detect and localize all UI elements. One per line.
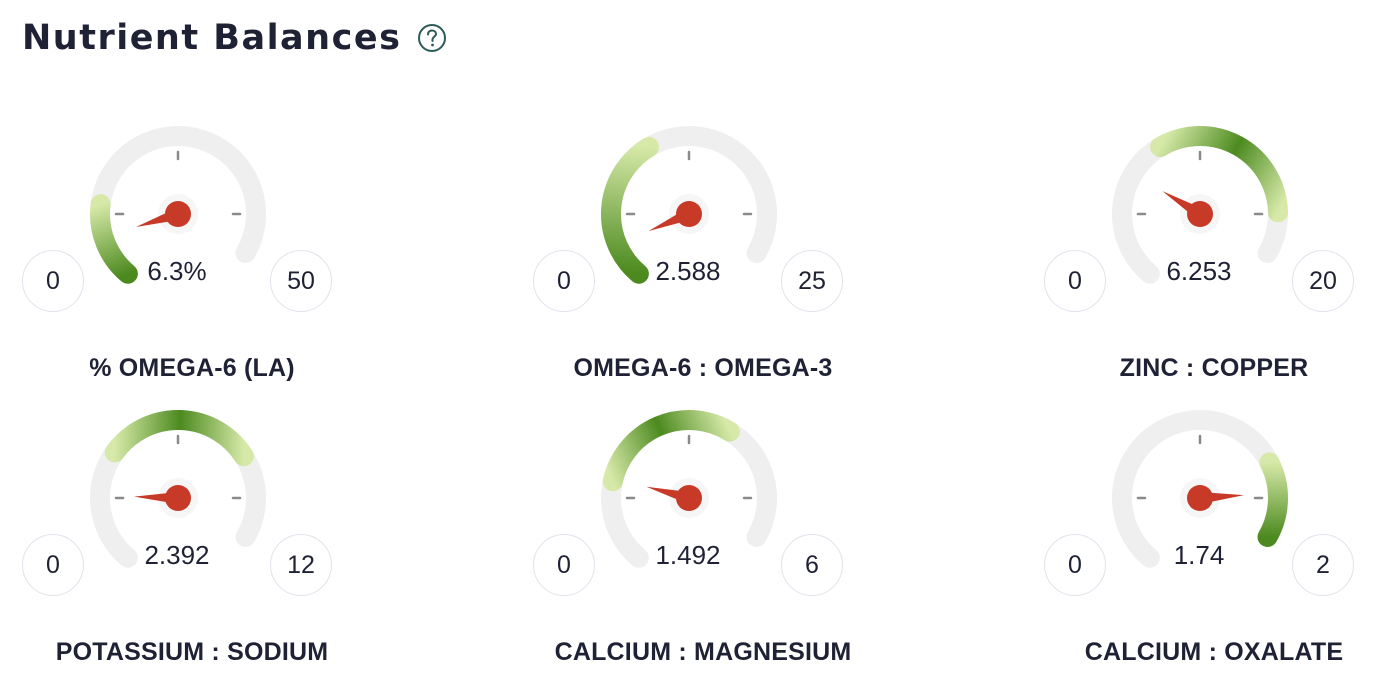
gauge-label: POTASSIUM : SODIUM: [55, 638, 329, 666]
gauge-value: 2.588: [655, 256, 721, 286]
gauge-label: OMEGA-6 : OMEGA-3: [573, 354, 833, 382]
gauge-dial: [1112, 410, 1288, 568]
needle-hub: [1187, 485, 1213, 511]
gauge-value: 6.3%: [147, 256, 207, 286]
gauge-value: 2.392: [144, 540, 210, 570]
gauge-dial: [601, 126, 777, 284]
gauge-dial: [90, 410, 266, 568]
gauge-range-fill: [601, 137, 660, 284]
gauge-min-bubble: 0: [533, 250, 595, 312]
gauge-min-bubble: 0: [22, 534, 84, 596]
section-header: Nutrient Balances: [22, 18, 447, 58]
gauge-min-bubble: 0: [22, 250, 84, 312]
gauge-min-bubble: 0: [1044, 534, 1106, 596]
gauge-label: ZINC : COPPER: [1119, 354, 1309, 382]
gauge-range-fill: [104, 410, 254, 467]
gauge-value: 1.74: [1173, 540, 1225, 570]
gauge-dial: [90, 126, 266, 284]
gauge-max-bubble: 12: [270, 534, 332, 596]
gauge-max-bubble: 20: [1292, 250, 1354, 312]
gauge-min-bubble: 0: [533, 534, 595, 596]
gauge-label: CALCIUM : MAGNESIUM: [554, 638, 852, 666]
needle-hub: [1187, 201, 1213, 227]
page-title: Nutrient Balances: [22, 18, 402, 58]
gauge-range-fill: [1257, 452, 1288, 547]
gauge-max-bubble: 6: [781, 534, 843, 596]
gauge-dial: [1112, 126, 1288, 284]
gauge-card-zinc-copper: 0 6.253 20 ZINC : COPPER: [1044, 118, 1384, 408]
gauge-value: 6.253: [1166, 256, 1232, 286]
gauge-label: CALCIUM : OXALATE: [1084, 638, 1344, 666]
gauge-value: 1.492: [655, 540, 721, 570]
gauge-max-bubble: 25: [781, 250, 843, 312]
gauge-card-omega6-omega3: 0 2.588 25 OMEGA-6 : OMEGA-3: [533, 118, 873, 408]
help-icon[interactable]: [417, 23, 447, 53]
gauge-dial: [601, 410, 777, 568]
needle-hub: [676, 201, 702, 227]
needle-hub: [165, 201, 191, 227]
gauge-card-calcium-magnesium: 0 1.492 6 CALCIUM : MAGNESIUM: [533, 402, 873, 692]
needle-hub: [165, 485, 191, 511]
gauge-max-bubble: 2: [1292, 534, 1354, 596]
gauge-label: % OMEGA-6 (LA): [89, 354, 295, 382]
gauge-min-bubble: 0: [1044, 250, 1106, 312]
needle-hub: [676, 485, 702, 511]
gauge-card-potassium-sodium: 0 2.392 12 POTASSIUM : SODIUM: [22, 402, 362, 692]
gauge-card-calcium-oxalate: 0 1.74 2 CALCIUM : OXALATE: [1044, 402, 1384, 692]
gauge-range-fill: [602, 410, 740, 492]
gauge-card-omega6-la: 0 6.3% 50 % OMEGA-6 (LA): [22, 118, 362, 408]
gauge-max-bubble: 50: [270, 250, 332, 312]
